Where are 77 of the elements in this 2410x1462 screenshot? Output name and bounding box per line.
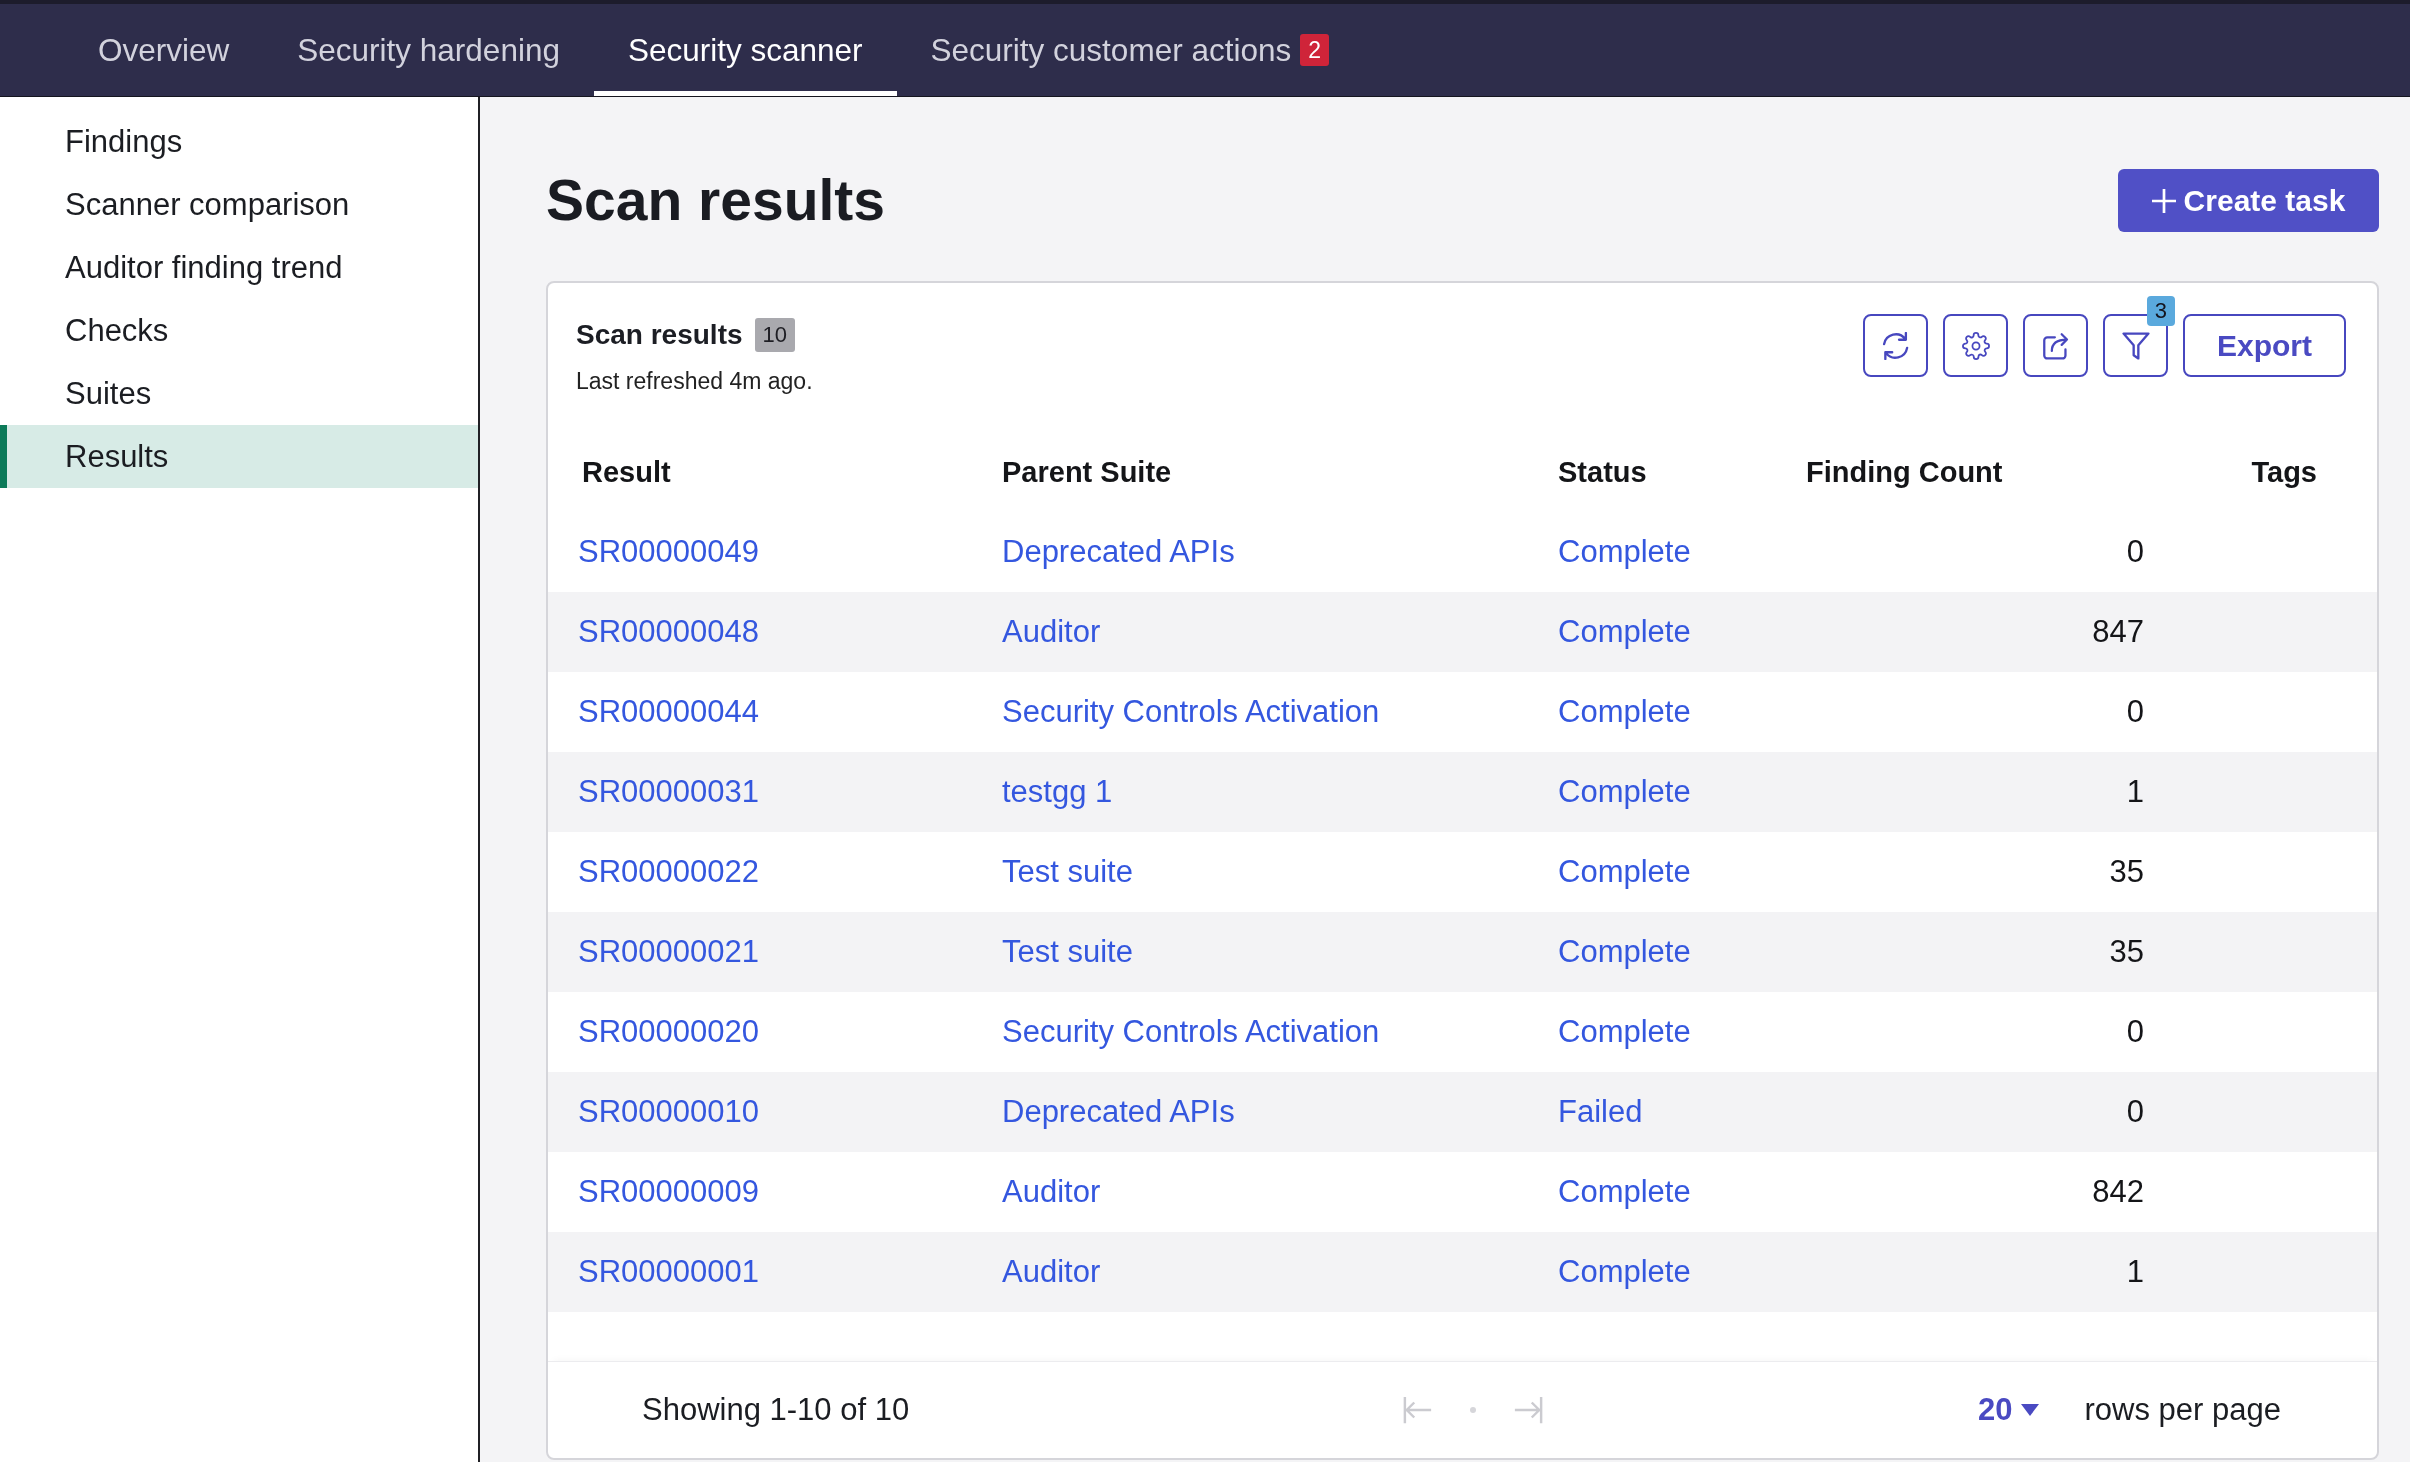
status-link[interactable]: Complete — [1558, 1174, 1691, 1209]
finding-count-cell: 847 — [2092, 614, 2144, 649]
count-badge: 2 — [1300, 33, 1329, 67]
create-task-button[interactable]: Create task — [2118, 169, 2379, 232]
finding-count-cell: 1 — [2126, 774, 2144, 809]
parent-suite-column-header: Parent Suite — [1002, 455, 1173, 489]
share-button[interactable] — [2023, 314, 2088, 377]
finding-count-cell: 0 — [2126, 1094, 2144, 1129]
result-link[interactable]: SR00000031 — [578, 774, 759, 809]
status-link[interactable]: Failed — [1558, 1094, 1643, 1129]
page-title: Scan results — [546, 172, 885, 229]
sidebar-item[interactable]: Auditor finding trend — [0, 236, 478, 299]
status-link[interactable]: Complete — [1558, 854, 1691, 889]
sidebar-item[interactable]: Scanner comparison — [0, 173, 478, 236]
caret-icon — [2020, 1404, 2039, 1416]
card-title: Scan results — [576, 319, 743, 351]
result-link[interactable]: SR00000001 — [578, 1254, 759, 1289]
parent-suite-link[interactable]: Security Controls Activation — [1002, 1014, 1380, 1049]
sidebar-item[interactable]: Findings — [0, 110, 478, 173]
filter-icon — [2121, 331, 2150, 360]
export-button[interactable]: Export — [2183, 314, 2346, 377]
parent-suite-link[interactable]: Deprecated APIs — [1002, 534, 1235, 569]
page-dot-icon — [1469, 1406, 1477, 1414]
showing-count-text: Showing 1-10 of 10 — [642, 1392, 910, 1428]
finding-count-cell: 0 — [2126, 694, 2144, 729]
result-link[interactable]: SR00000022 — [578, 854, 759, 889]
plus-icon — [2151, 188, 2176, 213]
sidebar-item[interactable]: Suites — [0, 362, 478, 425]
result-link[interactable]: SR00000010 — [578, 1094, 759, 1129]
refresh-button[interactable] — [1863, 314, 1928, 377]
parent-suite-link[interactable]: Auditor — [1002, 1254, 1101, 1289]
settings-icon — [1961, 331, 1990, 360]
first-page-icon — [1403, 1395, 1433, 1425]
finding-count-cell: 0 — [2126, 534, 2144, 569]
refresh-icon — [1881, 331, 1910, 360]
status-column-header: Status — [1558, 455, 1648, 489]
parent-suite-link[interactable]: Test suite — [1002, 934, 1133, 969]
status-link[interactable]: Complete — [1558, 614, 1691, 649]
rows-per-page-dropdown[interactable]: 20 — [1978, 1392, 2039, 1428]
filter-count-badge: 3 — [2146, 296, 2175, 326]
parent-suite-link[interactable]: Security Controls Activation — [1002, 694, 1380, 729]
finding-count-column-header: Finding Count — [1806, 455, 2004, 489]
nav-tab[interactable]: Overview — [64, 4, 264, 96]
result-link[interactable]: SR00000021 — [578, 934, 759, 969]
result-column-header: Result — [581, 455, 672, 489]
tags-column-header: Tags — [2250, 455, 2317, 489]
last-refreshed-text: Last refreshed 4m ago. — [576, 367, 813, 396]
rows-per-page-label: rows per page — [2084, 1392, 2281, 1428]
parent-suite-link[interactable]: Deprecated APIs — [1002, 1094, 1235, 1129]
finding-count-cell: 1 — [2126, 1254, 2144, 1289]
finding-count-cell: 35 — [2109, 854, 2144, 889]
status-link[interactable]: Complete — [1558, 774, 1691, 809]
count-badge: 10 — [754, 318, 795, 352]
last-page-icon — [1513, 1395, 1543, 1425]
result-link[interactable]: SR00000049 — [578, 534, 759, 569]
finding-count-cell: 842 — [2092, 1174, 2144, 1209]
result-link[interactable]: SR00000020 — [578, 1014, 759, 1049]
parent-suite-link[interactable]: Auditor — [1002, 614, 1101, 649]
share-icon — [2041, 331, 2070, 360]
parent-suite-link[interactable]: Auditor — [1002, 1174, 1101, 1209]
status-link[interactable]: Complete — [1558, 1254, 1691, 1289]
parent-suite-link[interactable]: Test suite — [1002, 854, 1133, 889]
status-link[interactable]: Complete — [1558, 694, 1691, 729]
result-link[interactable]: SR00000048 — [578, 614, 759, 649]
sidebar-item[interactable]: Results — [0, 425, 478, 488]
status-link[interactable]: Complete — [1558, 534, 1691, 569]
nav-tab[interactable]: Security hardening — [263, 4, 594, 96]
status-link[interactable]: Complete — [1558, 1014, 1691, 1049]
finding-count-cell: 0 — [2126, 1014, 2144, 1049]
settings-button[interactable] — [1943, 314, 2008, 377]
sidebar-item[interactable]: Checks — [0, 299, 478, 362]
status-link[interactable]: Complete — [1558, 934, 1691, 969]
parent-suite-link[interactable]: testgg 1 — [1002, 774, 1113, 809]
result-link[interactable]: SR00000044 — [578, 694, 759, 729]
result-link[interactable]: SR00000009 — [578, 1174, 759, 1209]
nav-tab[interactable]: Security customer actions 2 — [896, 4, 1363, 96]
finding-count-cell: 35 — [2109, 934, 2144, 969]
